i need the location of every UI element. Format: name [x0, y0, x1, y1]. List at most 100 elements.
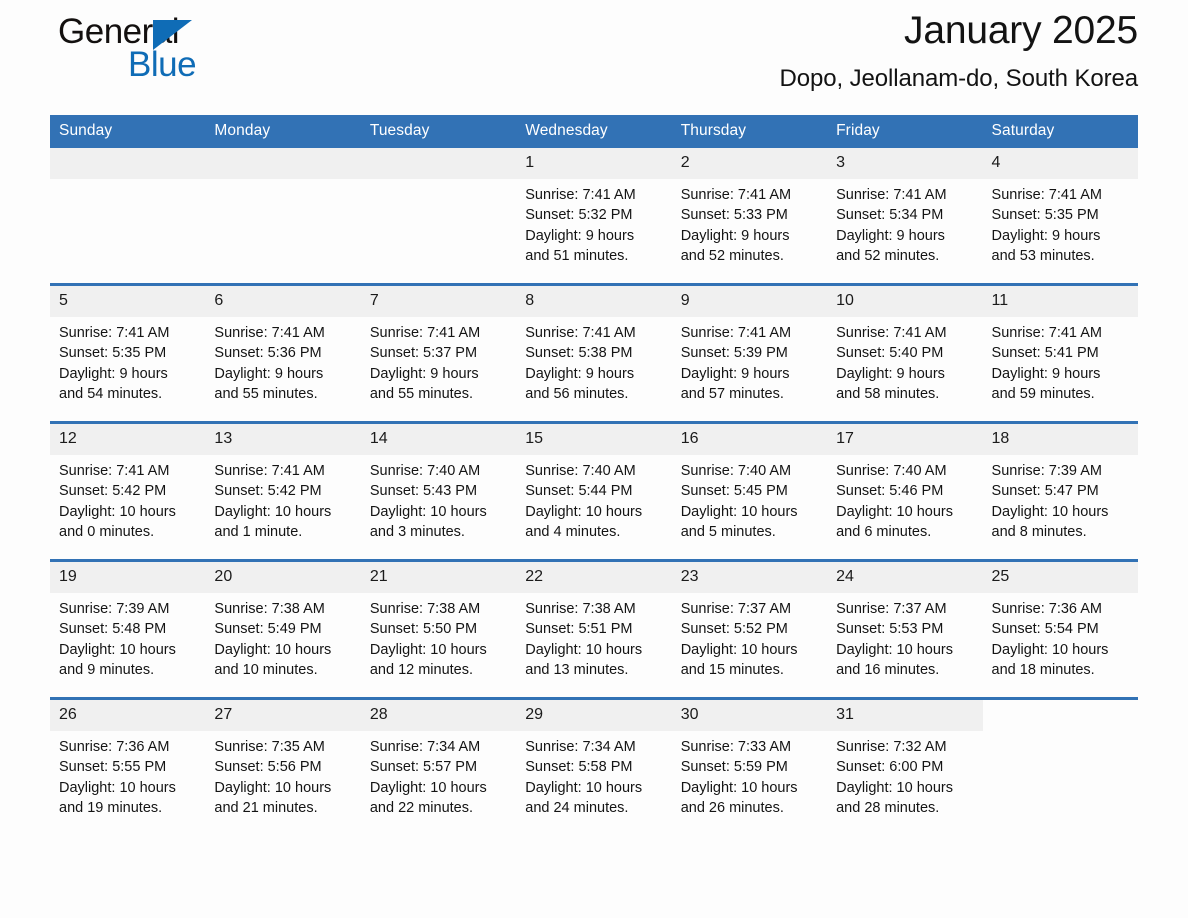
general-blue-logo: General Blue — [50, 12, 280, 92]
calendar-week-row: 1 Sunrise: 7:41 AM Sunset: 5:32 PM Daylig… — [50, 148, 1138, 285]
day-sun-info: Sunrise: 7:37 AM Sunset: 5:52 PM Dayligh… — [680, 601, 798, 678]
calendar-day-cell[interactable]: 5 Sunrise: 7:41 AM Sunset: 5:35 PM Daylig… — [50, 283, 206, 423]
day-sun-info: Sunrise: 7:39 AM Sunset: 5:47 PM Dayligh… — [991, 463, 1109, 540]
page-header: General Blue January 2025 Dopo, Jeollana… — [50, 0, 1138, 115]
day-sun-info: Sunrise: 7:41 AM Sunset: 5:37 PM Dayligh… — [369, 325, 481, 402]
page-title: January 2025 — [904, 9, 1138, 52]
day-sun-info: Sunrise: 7:41 AM Sunset: 5:38 PM Dayligh… — [525, 325, 636, 402]
day-sun-info: Sunrise: 7:41 AM Sunset: 5:32 PM Dayligh… — [525, 187, 636, 264]
day-sun-info: Sunrise: 7:33 AM Sunset: 5:59 PM Dayligh… — [680, 739, 798, 816]
calendar-day-cell[interactable]: 29 Sunrise: 7:34 AM Sunset: 5:58 PM Dayli… — [516, 697, 672, 835]
calendar-day-cell[interactable]: 31 Sunrise: 7:32 AM Sunset: 6:00 PM Dayli… — [827, 697, 983, 835]
day-number: 27 — [205, 700, 361, 731]
day-sun-info: Sunrise: 7:41 AM Sunset: 5:33 PM Dayligh… — [680, 187, 792, 264]
calendar-header-row: Sunday Monday Tuesday Wednesday Thursday… — [50, 115, 1138, 148]
calendar-day-cell[interactable]: 12 Sunrise: 7:41 AM Sunset: 5:42 PM Dayli… — [50, 421, 206, 561]
day-number: 3 — [827, 148, 983, 179]
calendar-day-cell[interactable]: 19 Sunrise: 7:39 AM Sunset: 5:48 PM Dayli… — [50, 559, 206, 699]
day-number: 6 — [205, 286, 361, 317]
day-sun-info: Sunrise: 7:36 AM Sunset: 5:54 PM Dayligh… — [991, 601, 1109, 678]
calendar-day-cell[interactable]: 3 Sunrise: 7:41 AM Sunset: 5:34 PM Daylig… — [827, 148, 983, 285]
calendar-day-cell[interactable]: 14 Sunrise: 7:40 AM Sunset: 5:43 PM Dayli… — [360, 421, 517, 561]
day-sun-info: Sunrise: 7:41 AM Sunset: 5:42 PM Dayligh… — [214, 463, 332, 540]
day-sun-info: Sunrise: 7:41 AM Sunset: 5:36 PM Dayligh… — [214, 325, 325, 402]
calendar-day-cell[interactable]: 10 Sunrise: 7:41 AM Sunset: 5:40 PM Dayli… — [827, 283, 983, 423]
day-sun-info: Sunrise: 7:36 AM Sunset: 5:55 PM Dayligh… — [59, 739, 176, 816]
day-sun-info: Sunrise: 7:41 AM Sunset: 5:39 PM Dayligh… — [680, 325, 792, 402]
day-number — [983, 700, 1138, 731]
calendar-week-row: 5 Sunrise: 7:41 AM Sunset: 5:35 PM Daylig… — [50, 283, 1138, 423]
day-number: 21 — [360, 562, 517, 593]
calendar-day-cell[interactable]: 30 Sunrise: 7:33 AM Sunset: 5:59 PM Dayli… — [671, 697, 828, 835]
day-sun-info — [50, 179, 205, 185]
day-sun-info: Sunrise: 7:40 AM Sunset: 5:46 PM Dayligh… — [836, 463, 953, 540]
day-number: 18 — [982, 424, 1138, 455]
calendar-day-cell[interactable]: 9 Sunrise: 7:41 AM Sunset: 5:39 PM Daylig… — [671, 283, 828, 423]
day-number: 25 — [982, 562, 1138, 593]
weekday-header-friday: Friday — [827, 115, 983, 148]
day-sun-info: Sunrise: 7:37 AM Sunset: 5:53 PM Dayligh… — [836, 601, 953, 678]
day-sun-info — [361, 179, 516, 185]
calendar-day-cell[interactable]: 8 Sunrise: 7:41 AM Sunset: 5:38 PM Daylig… — [516, 283, 672, 423]
day-sun-info: Sunrise: 7:40 AM Sunset: 5:45 PM Dayligh… — [680, 463, 798, 540]
calendar-day-cell[interactable]: 27 Sunrise: 7:35 AM Sunset: 5:56 PM Dayli… — [205, 697, 361, 835]
calendar-week-row: 12 Sunrise: 7:41 AM Sunset: 5:42 PM Dayli… — [50, 421, 1138, 561]
day-number: 22 — [516, 562, 672, 593]
calendar-day-cell[interactable]: 11 Sunrise: 7:41 AM Sunset: 5:41 PM Dayli… — [982, 283, 1138, 423]
calendar-day-cell[interactable]: 25 Sunrise: 7:36 AM Sunset: 5:54 PM Dayli… — [982, 559, 1138, 699]
calendar-day-cell-empty — [205, 148, 361, 285]
calendar-day-cell[interactable]: 15 Sunrise: 7:40 AM Sunset: 5:44 PM Dayli… — [516, 421, 672, 561]
calendar-day-cell-empty — [982, 697, 1138, 835]
calendar-day-cell[interactable]: 21 Sunrise: 7:38 AM Sunset: 5:50 PM Dayli… — [360, 559, 517, 699]
day-number: 15 — [516, 424, 672, 455]
calendar-day-cell[interactable]: 20 Sunrise: 7:38 AM Sunset: 5:49 PM Dayli… — [205, 559, 361, 699]
calendar-day-cell[interactable]: 24 Sunrise: 7:37 AM Sunset: 5:53 PM Dayli… — [827, 559, 983, 699]
calendar-day-cell[interactable]: 1 Sunrise: 7:41 AM Sunset: 5:32 PM Daylig… — [516, 148, 672, 285]
calendar-day-cell[interactable]: 4 Sunrise: 7:41 AM Sunset: 5:35 PM Daylig… — [982, 148, 1138, 285]
calendar-day-cell[interactable]: 26 Sunrise: 7:36 AM Sunset: 5:55 PM Dayli… — [50, 697, 206, 835]
day-number: 1 — [516, 148, 672, 179]
calendar-day-cell-empty — [50, 148, 206, 285]
page-subtitle: Dopo, Jeollanam-do, South Korea — [779, 65, 1139, 92]
day-number: 11 — [982, 286, 1138, 317]
day-number: 5 — [50, 286, 206, 317]
day-number: 4 — [982, 148, 1138, 179]
calendar-day-cell[interactable]: 7 Sunrise: 7:41 AM Sunset: 5:37 PM Daylig… — [360, 283, 517, 423]
day-sun-info: Sunrise: 7:38 AM Sunset: 5:51 PM Dayligh… — [525, 601, 643, 678]
day-sun-info: Sunrise: 7:39 AM Sunset: 5:48 PM Dayligh… — [59, 601, 176, 678]
calendar-day-cell[interactable]: 16 Sunrise: 7:40 AM Sunset: 5:45 PM Dayli… — [671, 421, 828, 561]
day-number: 23 — [671, 562, 828, 593]
day-number: 16 — [671, 424, 828, 455]
calendar-day-cell[interactable]: 23 Sunrise: 7:37 AM Sunset: 5:52 PM Dayli… — [671, 559, 828, 699]
day-sun-info: Sunrise: 7:38 AM Sunset: 5:50 PM Dayligh… — [369, 601, 487, 678]
day-number: 31 — [827, 700, 983, 731]
day-number: 17 — [827, 424, 983, 455]
title-block: January 2025 Dopo, Jeollanam-do, South K… — [779, 0, 1139, 96]
calendar-day-cell[interactable]: 13 Sunrise: 7:41 AM Sunset: 5:42 PM Dayli… — [205, 421, 361, 561]
calendar-week-row: 19 Sunrise: 7:39 AM Sunset: 5:48 PM Dayli… — [50, 559, 1138, 699]
weekday-header-saturday: Saturday — [982, 115, 1138, 148]
day-number: 19 — [50, 562, 206, 593]
calendar-day-cell[interactable]: 17 Sunrise: 7:40 AM Sunset: 5:46 PM Dayli… — [827, 421, 983, 561]
calendar-day-cell[interactable]: 28 Sunrise: 7:34 AM Sunset: 5:57 PM Dayli… — [360, 697, 517, 835]
day-number: 13 — [205, 424, 361, 455]
day-sun-info: Sunrise: 7:41 AM Sunset: 5:42 PM Dayligh… — [59, 463, 176, 540]
weekday-header-tuesday: Tuesday — [360, 115, 517, 148]
day-number: 12 — [50, 424, 206, 455]
day-sun-info: Sunrise: 7:38 AM Sunset: 5:49 PM Dayligh… — [214, 601, 332, 678]
day-sun-info — [983, 731, 1138, 737]
day-number: 7 — [360, 286, 517, 317]
day-number: 14 — [360, 424, 517, 455]
calendar-day-cell[interactable]: 6 Sunrise: 7:41 AM Sunset: 5:36 PM Daylig… — [205, 283, 361, 423]
calendar-day-cell[interactable]: 2 Sunrise: 7:41 AM Sunset: 5:33 PM Daylig… — [671, 148, 828, 285]
day-sun-info: Sunrise: 7:41 AM Sunset: 5:40 PM Dayligh… — [836, 325, 947, 402]
day-number — [50, 148, 206, 179]
calendar-week-row: 26 Sunrise: 7:36 AM Sunset: 5:55 PM Dayli… — [50, 697, 1138, 835]
calendar-day-cell[interactable]: 22 Sunrise: 7:38 AM Sunset: 5:51 PM Dayli… — [516, 559, 672, 699]
calendar-day-cell[interactable]: 18 Sunrise: 7:39 AM Sunset: 5:47 PM Dayli… — [982, 421, 1138, 561]
day-number: 24 — [827, 562, 983, 593]
day-sun-info: Sunrise: 7:41 AM Sunset: 5:34 PM Dayligh… — [836, 187, 947, 264]
day-number: 28 — [360, 700, 517, 731]
day-number: 9 — [671, 286, 828, 317]
day-number: 20 — [205, 562, 361, 593]
